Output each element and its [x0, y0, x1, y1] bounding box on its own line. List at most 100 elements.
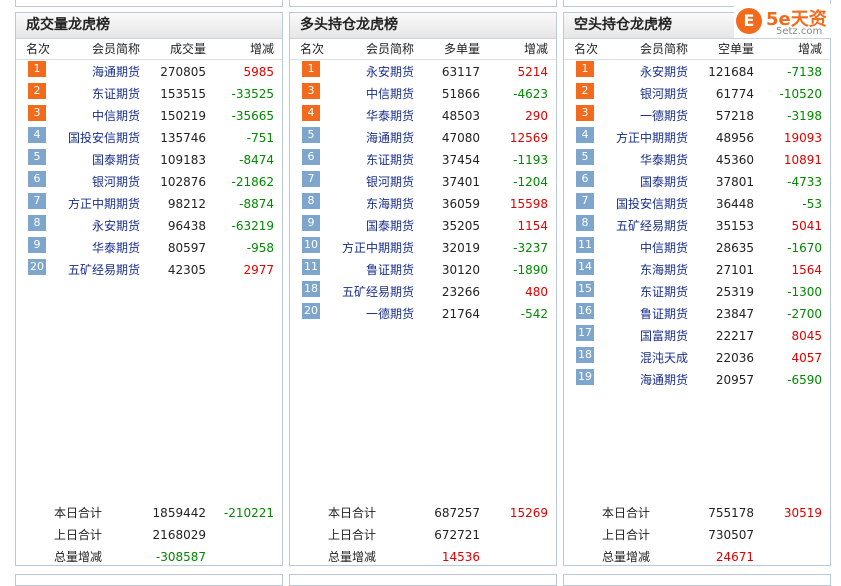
member-name-link[interactable]: 华泰期货 — [588, 149, 688, 171]
member-name-link[interactable]: 五矿经易期货 — [588, 215, 688, 237]
table-row: 1 永安期货 121684 -7138 — [564, 61, 830, 83]
member-name-link[interactable]: 东海期货 — [314, 193, 414, 215]
volume-cell: 48503 — [441, 109, 480, 123]
member-name-link[interactable]: 国泰期货 — [588, 171, 688, 193]
change-cell: -3198 — [787, 109, 822, 123]
member-name-link[interactable]: 方正中期期货 — [40, 193, 140, 215]
change-cell: 5214 — [517, 65, 548, 79]
member-name-link[interactable]: 永安期货 — [588, 61, 688, 83]
member-name-link[interactable]: 一德期货 — [314, 303, 414, 325]
volume-cell: 45360 — [715, 153, 754, 167]
member-name-link[interactable]: 国泰期货 — [314, 215, 414, 237]
panel-bottom-edge-1 — [15, 574, 283, 586]
change-cell: -35665 — [231, 109, 274, 123]
total-change: 30519 — [783, 506, 822, 520]
member-name-link[interactable]: 东证期货 — [314, 149, 414, 171]
total-label: 总量增减 — [602, 550, 651, 564]
member-name-link[interactable]: 五矿经易期货 — [314, 281, 414, 303]
volume-cell: 30120 — [441, 263, 480, 277]
panel-title: 成交量龙虎榜 — [16, 13, 282, 39]
change-cell: -10520 — [779, 87, 822, 101]
volume-cell: 36059 — [441, 197, 480, 211]
volume-cell: 28635 — [715, 241, 754, 255]
site-logo[interactable]: E 5e天资 5etz.com — [734, 4, 838, 38]
member-name-link[interactable]: 永安期货 — [40, 215, 140, 237]
change-cell: -1300 — [787, 285, 822, 299]
member-name-link[interactable]: 鲁证期货 — [588, 303, 688, 325]
volume-cell: 98212 — [167, 197, 206, 211]
table-row: 4 国投安信期货 135746 -751 — [16, 127, 282, 149]
member-name-link[interactable]: 东证期货 — [40, 83, 140, 105]
member-name-link[interactable]: 国泰期货 — [40, 149, 140, 171]
total-label: 本日合计 — [328, 506, 377, 520]
member-name-link[interactable]: 国富期货 — [588, 325, 688, 347]
change-cell: -21862 — [231, 175, 274, 189]
member-name-link[interactable]: 中信期货 — [40, 105, 140, 127]
header-volume: 成交量 — [169, 42, 206, 56]
table-row: 16 鲁证期货 23847 -2700 — [564, 303, 830, 325]
member-name-link[interactable]: 混沌天成 — [588, 347, 688, 369]
table-row: 14 东海期货 27101 1564 — [564, 259, 830, 281]
table-row: 9 华泰期货 80597 -958 — [16, 237, 282, 259]
member-name-link[interactable]: 鲁证期货 — [314, 259, 414, 281]
total-label: 本日合计 — [54, 506, 103, 520]
member-name-link[interactable]: 永安期货 — [314, 61, 414, 83]
total-row: 本日合计 687257 15269 — [290, 502, 556, 524]
table-row: 7 银河期货 37401 -1204 — [290, 171, 556, 193]
total-volume: 2168029 — [152, 528, 206, 542]
table-row: 20 一德期货 21764 -542 — [290, 303, 556, 325]
table-row: 7 国投安信期货 36448 -53 — [564, 193, 830, 215]
volume-cell: 20957 — [715, 373, 754, 387]
member-name-link[interactable]: 东证期货 — [588, 281, 688, 303]
table-header: 名次 会员简称 空单量 增减 — [564, 39, 830, 60]
member-name-link[interactable]: 国投安信期货 — [588, 193, 688, 215]
change-cell: 1564 — [791, 263, 822, 277]
volume-cell: 22217 — [715, 329, 754, 343]
total-row: 总量增减 -308587 — [16, 546, 282, 568]
change-cell: -8874 — [239, 197, 274, 211]
volume-cell: 37454 — [441, 153, 480, 167]
volume-cell: 109183 — [160, 153, 206, 167]
change-cell: -4733 — [787, 175, 822, 189]
change-cell: 480 — [525, 285, 548, 299]
volume-cell: 37401 — [441, 175, 480, 189]
change-cell: 8045 — [791, 329, 822, 343]
total-row: 本日合计 755178 30519 — [564, 502, 830, 524]
change-cell: -6590 — [787, 373, 822, 387]
member-name-link[interactable]: 海通期货 — [314, 127, 414, 149]
table-row: 6 银河期货 102876 -21862 — [16, 171, 282, 193]
member-name-link[interactable]: 银河期货 — [314, 171, 414, 193]
member-name-link[interactable]: 海通期货 — [40, 61, 140, 83]
table-row: 7 方正中期期货 98212 -8874 — [16, 193, 282, 215]
table-row: 5 华泰期货 45360 10891 — [564, 149, 830, 171]
volume-cell: 80597 — [167, 241, 206, 255]
table-row: 4 方正中期期货 48956 19093 — [564, 127, 830, 149]
table-row: 2 银河期货 61774 -10520 — [564, 83, 830, 105]
member-name-link[interactable]: 国投安信期货 — [40, 127, 140, 149]
total-volume: 672721 — [434, 528, 480, 542]
volume-cell: 57218 — [715, 109, 754, 123]
member-name-link[interactable]: 方正中期期货 — [314, 237, 414, 259]
member-name-link[interactable]: 五矿经易期货 — [40, 259, 140, 281]
table-row: 8 东海期货 36059 15598 — [290, 193, 556, 215]
member-name-link[interactable]: 华泰期货 — [40, 237, 140, 259]
change-cell: 12569 — [509, 131, 548, 145]
member-name-link[interactable]: 银河期货 — [588, 83, 688, 105]
total-row: 上日合计 2168029 — [16, 524, 282, 546]
panel-bottom-edge-2 — [289, 574, 557, 586]
member-name-link[interactable]: 方正中期期货 — [588, 127, 688, 149]
member-name-link[interactable]: 银河期货 — [40, 171, 140, 193]
header-volume: 多单量 — [443, 42, 480, 56]
member-name-link[interactable]: 一德期货 — [588, 105, 688, 127]
total-change: 15269 — [509, 506, 548, 520]
member-name-link[interactable]: 东海期货 — [588, 259, 688, 281]
volume-cell: 25319 — [715, 285, 754, 299]
member-name-link[interactable]: 中信期货 — [314, 83, 414, 105]
total-label: 上日合计 — [54, 528, 103, 542]
table-row: 3 中信期货 150219 -35665 — [16, 105, 282, 127]
total-row: 上日合计 672721 — [290, 524, 556, 546]
change-cell: -53 — [802, 197, 822, 211]
member-name-link[interactable]: 海通期货 — [588, 369, 688, 391]
member-name-link[interactable]: 华泰期货 — [314, 105, 414, 127]
member-name-link[interactable]: 中信期货 — [588, 237, 688, 259]
